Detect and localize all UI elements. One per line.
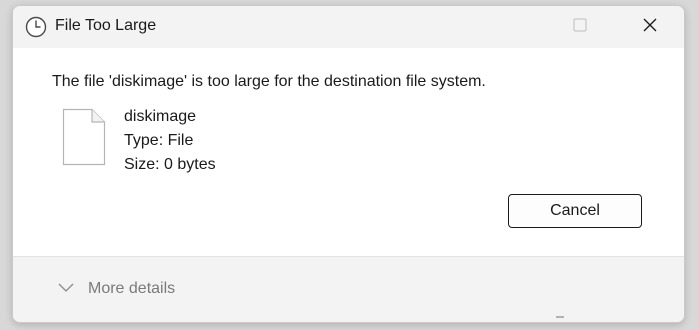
file-details: diskimage Type: File Size: 0 bytes [124,105,216,177]
file-type: Type: File [124,132,194,149]
file-name: diskimage [124,108,197,125]
clock-icon [25,16,47,38]
file-icon [62,108,106,166]
resize-grip[interactable] [556,316,564,318]
error-message: The file 'diskimage' is too large for th… [52,73,486,90]
dialog-footer: More details [13,256,684,322]
minimize-icon [528,18,540,36]
close-button[interactable] [627,6,673,48]
minimize-button[interactable] [511,6,557,48]
file-size: Size: 0 bytes [124,156,216,173]
window-title: File Too Large [55,17,157,34]
close-icon [642,17,658,38]
more-details-toggle[interactable]: More details [58,280,175,298]
cancel-button[interactable]: Cancel [508,194,642,228]
more-details-label: More details [88,280,176,297]
file-too-large-dialog: File Too Large The file 'diskimage' is t… [12,5,685,323]
maximize-button[interactable] [557,6,603,48]
title-bar[interactable]: File Too Large [13,6,684,48]
chevron-down-icon [58,280,74,298]
maximize-icon [573,18,587,37]
dialog-body: The file 'diskimage' is too large for th… [13,48,684,256]
